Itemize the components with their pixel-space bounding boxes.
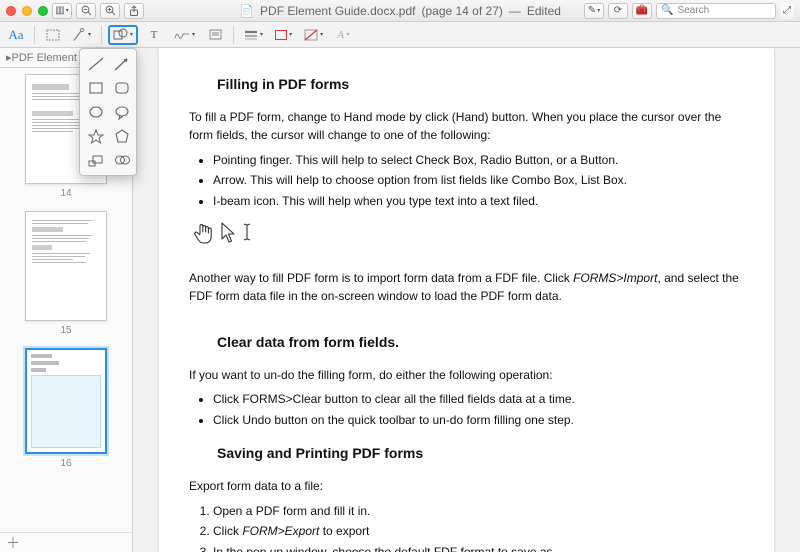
document-viewport[interactable]: Filling in PDF forms To fill a PDF form,… (133, 48, 800, 552)
shapes-popover (79, 48, 137, 176)
file-icon: 📄 (239, 4, 254, 18)
list-item: Click FORMS>Clear button to clear all th… (213, 390, 744, 409)
shape-line[interactable] (86, 55, 106, 73)
minimize-window-button[interactable] (22, 6, 32, 16)
paragraph: To fill a PDF form, change to Hand mode … (189, 108, 744, 145)
paragraph: Another way to fill PDF form is to impor… (189, 269, 744, 306)
thumbnail-label: 16 (12, 458, 120, 469)
paragraph: Export form data to a file: (189, 477, 744, 496)
sign-button[interactable]: ▾ (170, 25, 199, 45)
shape-loupe[interactable] (86, 151, 106, 169)
list-item: I-beam icon. This will help when you typ… (213, 192, 744, 211)
list-item: Open a PDF form and fill it in. (213, 502, 744, 521)
page-indicator: (page 14 of 27) (421, 4, 502, 18)
zoom-out-button[interactable] (76, 3, 96, 19)
thumbnail-page-16[interactable] (25, 348, 107, 454)
heading-saving-printing: Saving and Printing PDF forms (217, 443, 744, 465)
thumbnail-page-15[interactable] (25, 211, 107, 321)
heading-clear-data: Clear data from form fields. (217, 332, 744, 354)
share-button[interactable] (124, 3, 144, 19)
markup-toolbar: Aa ▾ ▾ T ▾ ▾ ▾ ▾ A▾ (0, 22, 800, 48)
list-item: Arrow. This will help to choose option f… (213, 171, 744, 190)
shapes-button[interactable]: ▾ (108, 25, 138, 45)
shape-mask[interactable] (112, 151, 132, 169)
heading-filling-forms: Filling in PDF forms (217, 74, 744, 96)
sidebar-toggle-button[interactable]: ▥▾ (52, 3, 72, 19)
search-placeholder: Search (677, 5, 709, 16)
title-center: 📄 PDF Element Guide.docx.pdf (page 14 of… (239, 4, 561, 18)
shape-rounded-square[interactable] (112, 79, 132, 97)
cursor-icons-illustration (193, 221, 744, 255)
document-title: PDF Element Guide.docx.pdf (260, 4, 415, 18)
search-input[interactable]: 🔍 Search (656, 3, 776, 19)
titlebar-right: ✎▾ ⟳ 🧰 🔍 Search ⤢ (584, 3, 794, 19)
bullet-list: Click FORMS>Clear button to clear all th… (213, 390, 744, 429)
text-italic: FORM>Export (242, 524, 319, 538)
crop-select-button[interactable] (41, 25, 65, 45)
arrow-cursor-icon (219, 221, 235, 255)
bullet-list: Pointing finger. This will help to selec… (213, 151, 744, 211)
list-item: Click FORM>Export to export (213, 522, 744, 541)
text-run: to export (319, 524, 369, 538)
thumbnail-label: 15 (12, 325, 120, 336)
annotate-button[interactable]: ✎▾ (584, 3, 604, 19)
list-item: In the pop up window, choose the default… (213, 543, 744, 552)
edited-status: Edited (527, 4, 561, 18)
expand-button[interactable]: ⤢ (780, 3, 794, 19)
thumbnail-label: 14 (12, 188, 120, 199)
hand-cursor-icon (193, 221, 213, 255)
markup-toolbar-button[interactable]: 🧰 (632, 3, 652, 19)
note-button[interactable] (203, 25, 227, 45)
text-run: Another way to fill PDF form is to impor… (189, 271, 573, 285)
window-controls (6, 6, 48, 16)
instant-alpha-button[interactable]: ▾ (69, 25, 95, 45)
text-italic: FORMS>Import (573, 271, 657, 285)
ordered-list: Open a PDF form and fill it in. Click FO… (213, 502, 744, 552)
font-style-button[interactable]: A▾ (331, 25, 355, 45)
list-item: Pointing finger. This will help to selec… (213, 151, 744, 170)
zoom-in-button[interactable] (100, 3, 120, 19)
fill-color-button[interactable]: ▾ (300, 25, 327, 45)
paragraph: If you want to un-do the filling form, d… (189, 366, 744, 385)
pdf-page: Filling in PDF forms To fill a PDF form,… (159, 48, 774, 552)
shape-arrow[interactable] (112, 55, 132, 73)
search-icon: 🔍 (661, 5, 673, 16)
shape-polygon[interactable] (112, 127, 132, 145)
text-tool-button[interactable]: T (142, 25, 166, 45)
ibeam-cursor-icon (241, 221, 253, 255)
text-style-button[interactable]: Aa (4, 25, 28, 45)
fullscreen-window-button[interactable] (38, 6, 48, 16)
add-page-button[interactable]: ＋ (6, 533, 20, 553)
close-window-button[interactable] (6, 6, 16, 16)
shape-speech-bubble[interactable] (112, 103, 132, 121)
dash: — (509, 4, 521, 18)
line-style-button[interactable]: ▾ (240, 25, 267, 45)
shape-oval[interactable] (86, 103, 106, 121)
shape-star[interactable] (86, 127, 106, 145)
list-item: Click Undo button on the quick toolbar t… (213, 411, 744, 430)
rotate-button[interactable]: ⟳ (608, 3, 628, 19)
text-run: Click (213, 524, 242, 538)
titlebar: ▥▾ 📄 PDF Element Guide.docx.pdf (page 14… (0, 0, 800, 22)
shape-square[interactable] (86, 79, 106, 97)
border-color-button[interactable]: ▾ (271, 25, 296, 45)
sidebar-footer: ＋ (0, 532, 132, 552)
